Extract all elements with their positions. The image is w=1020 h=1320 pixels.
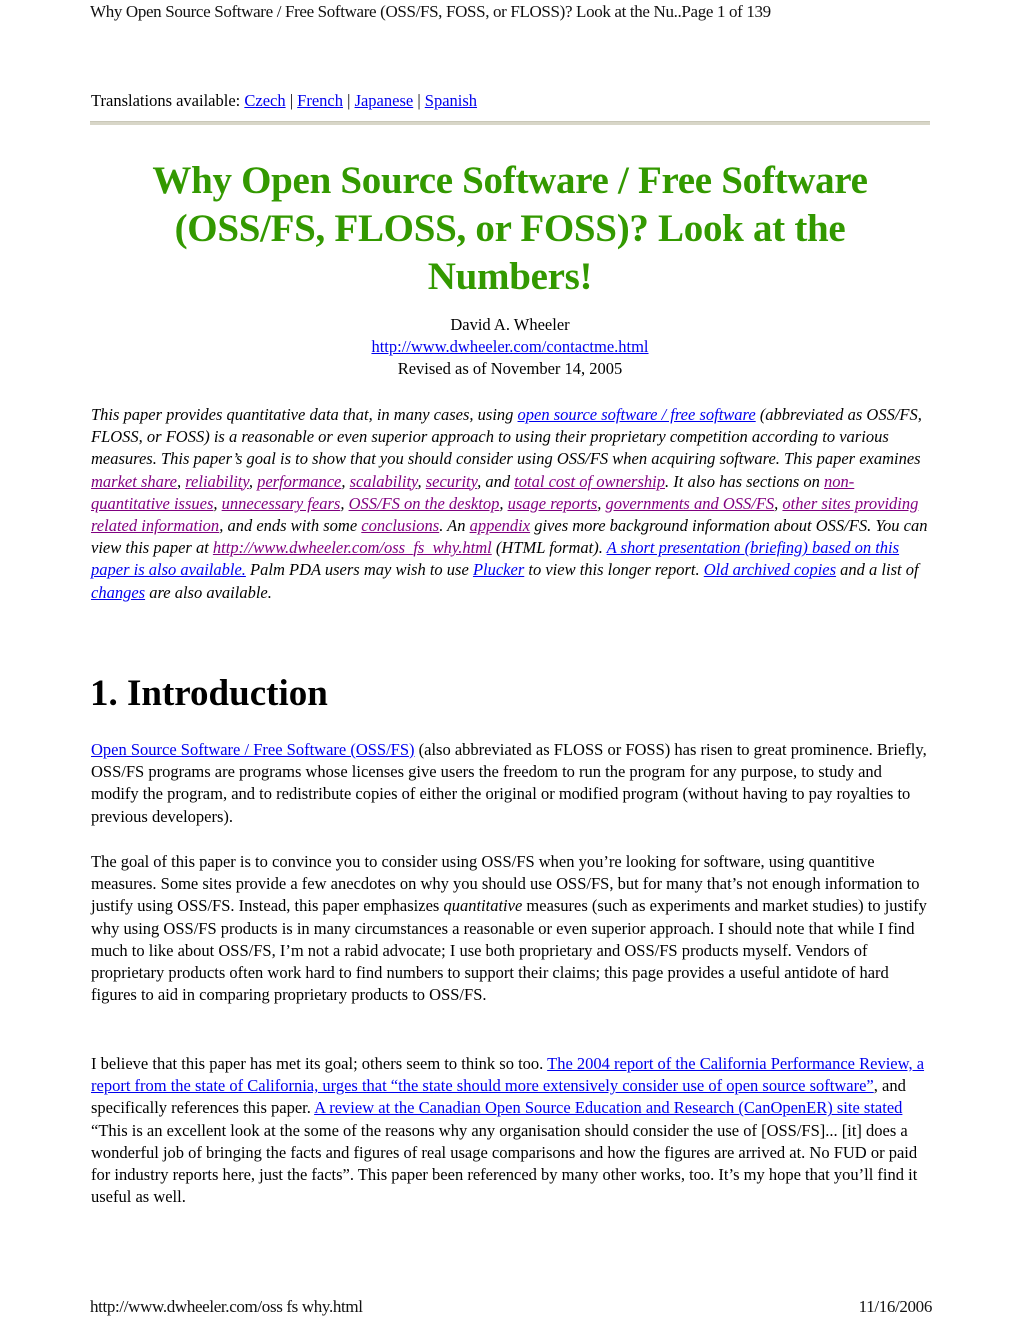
link-governments[interactable]: governments and OSS/FS — [606, 494, 775, 513]
translation-link-czech[interactable]: Czech — [244, 91, 285, 110]
contact-link[interactable]: http://www.dwheeler.com/contactme.html — [371, 337, 648, 356]
horizontal-rule — [90, 121, 930, 125]
abstract: This paper provides quantitative data th… — [91, 404, 931, 604]
paragraph-text: I believe that this paper has met its go… — [91, 1054, 548, 1073]
abstract-text: , and ends with some — [219, 516, 362, 536]
link-appendix[interactable]: appendix — [470, 516, 530, 535]
link-oss-on-desktop[interactable]: OSS/FS on the desktop — [349, 494, 500, 513]
link-open-source-software[interactable]: open source software / free software — [518, 405, 756, 424]
abstract-text: . An — [439, 516, 470, 536]
punctuation: , — [340, 493, 349, 513]
separator: | — [289, 91, 294, 110]
separator: | — [417, 91, 421, 110]
punctuation: , — [341, 471, 350, 491]
abstract-text: , and — [477, 471, 515, 491]
link-conclusions[interactable]: conclusions — [361, 516, 439, 535]
punctuation: , — [499, 493, 508, 513]
footer-url: http://www.dwheeler.com/oss fs why.html — [90, 1297, 363, 1316]
punctuation: , — [213, 493, 222, 513]
punctuation: , — [248, 471, 258, 491]
translations-label: Translations available: — [91, 91, 241, 110]
link-changes[interactable]: changes — [91, 583, 145, 602]
link-market-share[interactable]: market share — [91, 472, 177, 491]
paragraph-text: “This is an excellent look at the some o… — [91, 1120, 918, 1207]
print-page-indicator: Page 1 of 139 — [681, 2, 771, 21]
translation-link-spanish[interactable]: Spanish — [425, 91, 477, 110]
translations-bar: Translations available: Czech | French |… — [91, 91, 477, 111]
author-name: David A. Wheeler — [450, 315, 570, 334]
link-scalability[interactable]: scalability — [350, 472, 418, 491]
print-header-title: Why Open Source Software / Free Software… — [90, 2, 682, 21]
intro-paragraph-3: I believe that this paper has met its go… — [91, 1053, 933, 1208]
abstract-text: and a list of — [836, 560, 919, 580]
abstract-text: (HTML format). — [491, 538, 607, 558]
document-title: Why Open Source Software / Free Software… — [152, 159, 868, 298]
punctuation: , — [177, 471, 186, 491]
punctuation: , — [417, 471, 426, 491]
section-heading-introduction: 1. Introduction — [90, 673, 328, 714]
link-total-cost-of-ownership[interactable]: total cost of ownership — [514, 472, 665, 491]
link-oss-fs-definition[interactable]: Open Source Software / Free Software (OS… — [91, 740, 415, 759]
link-usage-reports[interactable]: usage reports — [508, 494, 598, 513]
revision-date: Revised as of November 14, 2005 — [397, 359, 623, 378]
print-page-header: Why Open Source Software / Free Software… — [90, 2, 935, 22]
link-canopener-review[interactable]: A review at the Canadian Open Source Edu… — [314, 1098, 902, 1117]
link-old-archived-copies[interactable]: Old archived copies — [704, 560, 836, 579]
abstract-text: to view this longer report. — [524, 560, 704, 580]
link-unnecessary-fears[interactable]: unnecessary fears — [222, 494, 341, 513]
link-paper-url[interactable]: http://www.dwheeler.com/oss_fs_why.html — [213, 538, 492, 557]
abstract-text: . It also has sections on — [664, 471, 825, 491]
link-reliability[interactable]: reliability — [185, 472, 249, 491]
emphasis-text: quantitative — [443, 896, 523, 916]
intro-paragraph-1: Open Source Software / Free Software (OS… — [91, 739, 933, 828]
byline: David A. Wheeler http://www.dwheeler.com… — [90, 314, 930, 380]
translation-link-french[interactable]: French — [297, 91, 343, 110]
abstract-text: are also available. — [145, 582, 272, 602]
link-performance[interactable]: performance — [257, 472, 341, 491]
intro-paragraph-2: The goal of this paper is to convince yo… — [91, 851, 933, 1006]
footer-date: 11/16/2006 — [858, 1297, 933, 1316]
translation-link-japanese[interactable]: Japanese — [355, 91, 414, 110]
link-security[interactable]: security — [426, 472, 477, 491]
abstract-text: Palm PDA users may wish to use — [245, 560, 473, 580]
abstract-text: This paper provides quantitative data th… — [91, 405, 518, 424]
print-page-footer: http://www.dwheeler.com/oss fs why.html … — [90, 1297, 932, 1317]
punctuation: , — [597, 493, 606, 513]
link-plucker[interactable]: Plucker — [473, 560, 524, 579]
separator: | — [347, 91, 351, 110]
